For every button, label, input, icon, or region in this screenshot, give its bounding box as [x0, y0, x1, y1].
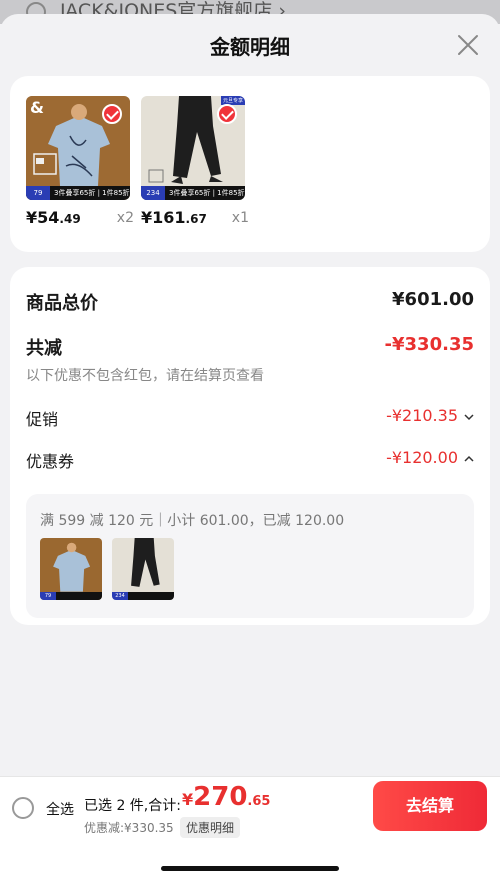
discount-amount: 优惠减:¥330.35: [84, 821, 174, 835]
chevron-down-icon[interactable]: [464, 413, 474, 421]
price-row: ¥54.49 x2: [26, 208, 134, 230]
promotion-row[interactable]: 促销 -¥210.35: [26, 406, 474, 430]
selected-check-icon[interactable]: [102, 104, 122, 124]
price-badge: 234: [141, 186, 165, 200]
product-quantity: x1: [231, 210, 249, 226]
selected-count: 已选 2 件,合计:: [84, 798, 181, 814]
chevron-up-icon[interactable]: [464, 455, 474, 463]
close-icon[interactable]: [456, 33, 480, 57]
product-thumbnail[interactable]: 元旦专享 234 3件叠享65折 | 1件85折: [141, 96, 245, 200]
product-quantity: x2: [116, 210, 134, 226]
product-thumbnail[interactable]: & 79 3件叠享65折 | 1件85折: [26, 96, 130, 200]
promo-strip: [128, 592, 174, 600]
pants-image: [112, 538, 174, 600]
total-amount: ¥270.65: [182, 782, 271, 812]
amount-detail-sheet: 金额明细 & 79 3件叠享65折 | 1件85折 ¥54.49 x2 元旦专享…: [0, 14, 500, 880]
product-price: ¥54.49: [26, 208, 81, 227]
coupon-label: 优惠券: [26, 452, 75, 471]
checkout-bar: 全选 已选 2 件,合计: ¥270.65 优惠减:¥330.35 优惠明细 去…: [0, 776, 500, 880]
home-indicator: [161, 866, 339, 871]
total-reduction-value: -¥330.35: [384, 334, 474, 355]
product-item-2[interactable]: 元旦专享 234 3件叠享65折 | 1件85折 ¥161.67 x1: [141, 96, 249, 230]
product-item-1[interactable]: & 79 3件叠享65折 | 1件85折 ¥54.49 x2: [26, 96, 134, 230]
coupon-product-thumb-1: 79: [40, 538, 102, 600]
checkout-button[interactable]: 去结算: [373, 781, 487, 831]
price-row: ¥161.67 x1: [141, 208, 249, 230]
total-reduction-row: 共减 -¥330.35: [26, 334, 474, 360]
product-card: & 79 3件叠享65折 | 1件85折 ¥54.49 x2 元旦专享 234 …: [10, 76, 490, 252]
sheet-title: 金额明细: [210, 35, 290, 59]
sheet-header: 金额明细: [0, 14, 500, 76]
price-badge: 79: [26, 186, 50, 200]
total-reduction-label: 共减: [26, 338, 62, 359]
reduction-note: 以下优惠不包含红包，请在结算页查看: [26, 368, 264, 384]
total-price-label: 商品总价: [26, 293, 98, 314]
selected-check-icon[interactable]: [217, 104, 237, 124]
discount-detail-button[interactable]: 优惠明细: [180, 817, 241, 838]
select-all-radio[interactable]: [12, 797, 34, 819]
price-badge: 234: [112, 592, 128, 600]
promotion-value: -¥210.35: [386, 406, 458, 425]
promo-text: 3件叠享65折 | 1件85折: [169, 189, 245, 197]
product-price: ¥161.67: [141, 208, 207, 227]
tshirt-image: [40, 538, 102, 600]
total-price-value: ¥601.00: [392, 289, 474, 310]
summary-card: 商品总价 ¥601.00 共减 -¥330.35 以下优惠不包含红包，请在结算页…: [10, 267, 490, 625]
total-price-row: 商品总价 ¥601.00: [26, 289, 474, 315]
brand-logo: &: [30, 98, 44, 117]
coupon-detail-box: 满 599 减 120 元｜小计 601.00，已减 120.00 79 234: [26, 494, 474, 618]
select-all-label[interactable]: 全选: [46, 799, 74, 819]
coupon-product-thumb-2: 234: [112, 538, 174, 600]
coupon-value: -¥120.00: [386, 448, 458, 467]
promo-strip: 234 3件叠享65折 | 1件85折: [141, 186, 245, 200]
coupon-detail-text: 满 599 减 120 元｜小计 601.00，已减 120.00: [40, 513, 345, 529]
coupon-row[interactable]: 优惠券 -¥120.00: [26, 448, 474, 472]
promotion-label: 促销: [26, 410, 59, 429]
promo-strip: 79 3件叠享65折 | 1件85折: [26, 186, 130, 200]
promo-strip: [56, 592, 102, 600]
promo-text: 3件叠享65折 | 1件85折: [54, 189, 130, 197]
price-badge: 79: [40, 592, 56, 600]
reduction-note-row: 以下优惠不包含红包，请在结算页查看: [26, 365, 474, 385]
